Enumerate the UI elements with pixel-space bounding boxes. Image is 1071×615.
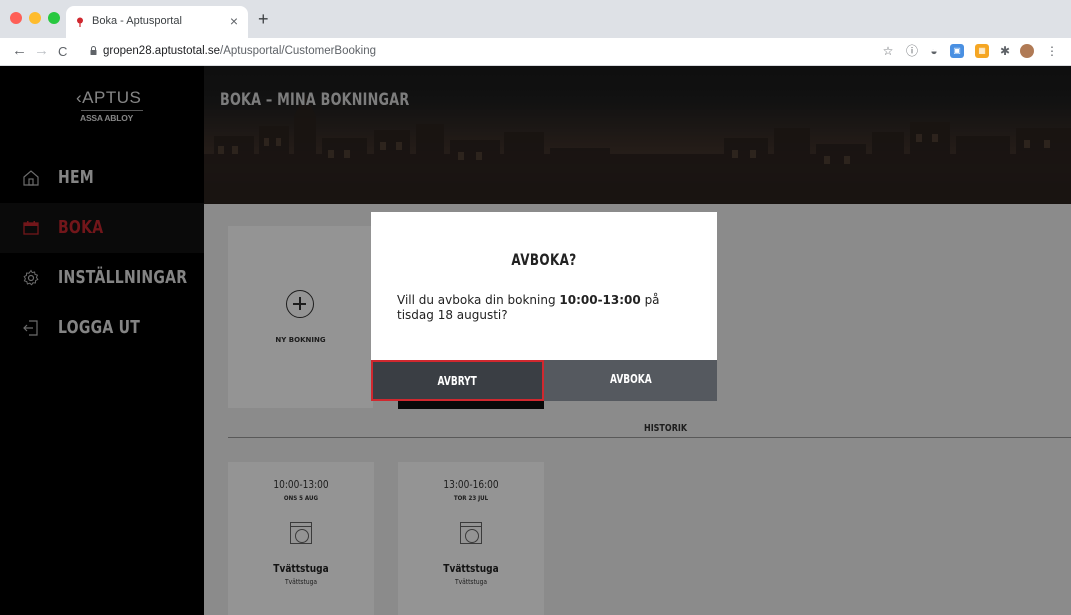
info-icon[interactable]: ⓘ — [905, 44, 919, 58]
back-button[interactable]: ← — [12, 42, 27, 59]
profile-avatar[interactable] — [1020, 44, 1034, 58]
dialog-title: AVBOKA? — [511, 250, 577, 269]
browser-tab[interactable]: Boka - Aptusportal × — [66, 6, 248, 38]
window-close-button[interactable] — [10, 12, 22, 24]
tab-title: Boka - Aptusportal — [92, 15, 182, 27]
cancel-booking-dialog: AVBOKA? Vill du avboka din bokning 10:00… — [371, 212, 717, 401]
tab-close-icon[interactable]: × — [230, 13, 238, 29]
new-tab-button[interactable]: + — [258, 9, 269, 30]
circle-extension-icon[interactable]: ◒ — [927, 44, 941, 58]
abort-button[interactable]: AVBRYT — [371, 360, 544, 401]
reload-button[interactable]: C — [58, 44, 67, 59]
browser-toolbar: ← → C gropen28.aptustotal.se/Aptusportal… — [0, 38, 1071, 66]
address-bar[interactable]: gropen28.aptustotal.se/Aptusportal/Custo… — [103, 45, 376, 57]
forward-button[interactable]: → — [34, 42, 49, 59]
dialog-message: Vill du avboka din bokning 10:00-13:00 p… — [397, 293, 697, 323]
blue-extension-icon[interactable]: ▣ — [950, 44, 964, 58]
orange-extension-icon[interactable]: ▦ — [975, 44, 989, 58]
confirm-cancel-booking-button[interactable]: AVBOKA — [544, 360, 717, 401]
abort-button-label: AVBRYT — [437, 374, 478, 388]
url-path: /Aptusportal/CustomerBooking — [220, 45, 376, 57]
dialog-message-prefix: Vill du avboka din bokning — [397, 293, 560, 307]
lock-icon — [90, 46, 97, 55]
pin-favicon-icon — [77, 17, 83, 27]
puzzle-icon[interactable]: ✱ — [998, 44, 1012, 58]
window-minimize-button[interactable] — [29, 12, 41, 24]
window-zoom-button[interactable] — [48, 12, 60, 24]
url-host: gropen28.aptustotal.se — [103, 45, 221, 57]
dialog-booking-time: 10:00-13:00 — [559, 293, 641, 307]
confirm-button-label: AVBOKA — [609, 372, 652, 386]
kebab-menu-icon[interactable]: ⋮ — [1045, 44, 1059, 58]
star-icon[interactable]: ☆ — [881, 44, 895, 58]
browser-tab-bar: Boka - Aptusportal × + — [0, 0, 1071, 38]
